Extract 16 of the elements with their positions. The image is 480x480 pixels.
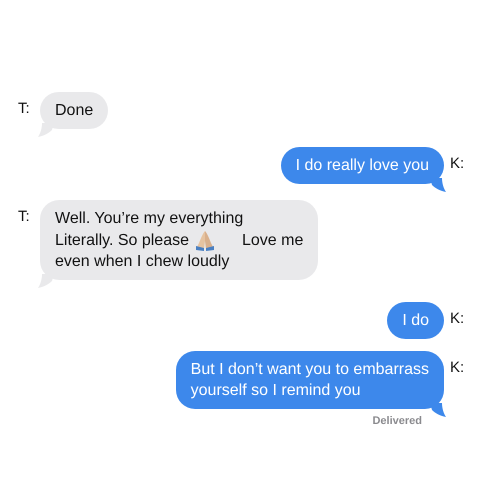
- message-text: Well. You’re my everything: [55, 209, 244, 229]
- message-text: I do: [402, 311, 429, 331]
- message-text: even when I chew loudly: [55, 252, 230, 272]
- sender-label: T:: [18, 207, 31, 225]
- sender-label: K:: [450, 309, 466, 327]
- message-text: Literally. So please: [55, 230, 189, 250]
- message-text: yourself so I remind you: [190, 381, 361, 401]
- praying-hands-icon: [194, 229, 216, 251]
- message-text: But I don’t want you to embarrass: [190, 360, 429, 380]
- sender-label: K:: [450, 154, 466, 172]
- sender-label: K:: [450, 358, 466, 376]
- delivery-status: Delivered: [372, 415, 422, 427]
- message-text: Love me: [242, 230, 304, 250]
- message-text: I do really love you: [296, 156, 429, 176]
- message-text: Done: [55, 101, 94, 121]
- sender-label: T:: [18, 99, 31, 117]
